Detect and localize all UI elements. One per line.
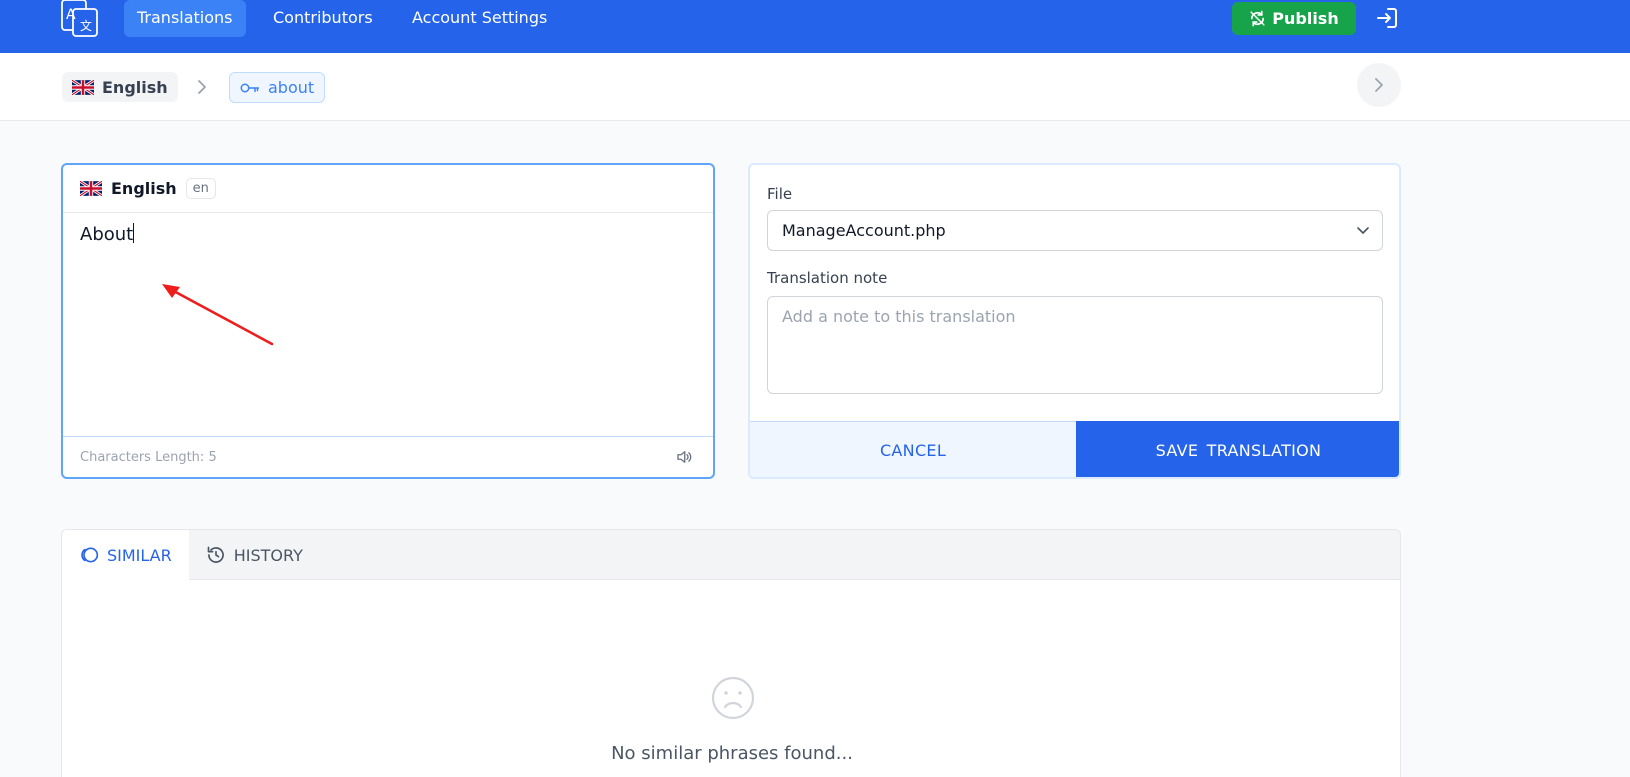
next-key-button[interactable] — [1357, 63, 1401, 107]
breadcrumb-key[interactable]: about — [229, 72, 326, 103]
cancel-button[interactable]: CANCEL — [750, 421, 1076, 477]
annotation-arrow-icon — [162, 284, 274, 346]
breadcrumb-language-label: English — [102, 77, 168, 97]
file-select[interactable]: ManageAccount.php — [767, 210, 1383, 251]
translation-editor: English en About Characters Length: 5 — [61, 163, 715, 479]
editor-footer: Characters Length: 5 — [63, 436, 713, 477]
sad-face-icon — [711, 676, 755, 720]
file-select-value: ManageAccount.php — [782, 221, 946, 240]
top-nav: A 文 Translations Contributors Account Se… — [0, 0, 1630, 53]
nav-account-settings[interactable]: Account Settings — [399, 0, 560, 37]
nav-contributors[interactable]: Contributors — [260, 0, 386, 37]
similar-icon — [81, 547, 99, 563]
tab-similar[interactable]: SIMILAR — [62, 530, 189, 580]
uk-flag-icon — [72, 79, 94, 95]
character-count: Characters Length: 5 — [80, 449, 217, 465]
language-code-badge: en — [185, 178, 216, 199]
history-icon — [207, 546, 224, 563]
svg-text:文: 文 — [80, 18, 92, 33]
publish-button[interactable]: Publish — [1232, 2, 1356, 35]
file-label: File — [767, 185, 793, 203]
editor-header: English en — [63, 165, 713, 213]
save-translation-button[interactable]: SAVE TRANSLATION — [1076, 421, 1399, 477]
translation-note-textarea[interactable]: Add a note to this translation — [767, 296, 1383, 394]
logout-icon[interactable] — [1375, 6, 1399, 30]
translation-text: About — [80, 224, 134, 245]
note-label: Translation note — [767, 269, 888, 287]
nav-translations[interactable]: Translations — [124, 0, 246, 37]
tab-bar: SIMILAR HISTORY — [62, 530, 1400, 580]
key-icon — [240, 83, 260, 92]
sync-icon — [1250, 10, 1265, 27]
chevron-right-icon — [198, 80, 206, 94]
empty-state-text: No similar phrases found... — [611, 743, 853, 764]
translation-details: File ManageAccount.php Translation note … — [748, 163, 1401, 479]
text-caret — [133, 223, 135, 243]
speaker-icon[interactable] — [675, 448, 693, 466]
breadcrumb-key-label: about — [268, 78, 315, 97]
similar-history-panel: SIMILAR HISTORY No similar phrases found… — [61, 529, 1401, 777]
tab-history[interactable]: HISTORY — [189, 530, 320, 580]
breadcrumb: English about — [0, 53, 1630, 121]
uk-flag-icon — [80, 181, 102, 196]
tab-history-label: HISTORY — [233, 545, 303, 565]
svg-text:A: A — [66, 7, 76, 23]
breadcrumb-language[interactable]: English — [62, 72, 178, 102]
tab-similar-label: SIMILAR — [107, 545, 172, 565]
note-placeholder: Add a note to this translation — [782, 307, 1016, 326]
translation-textarea[interactable]: About — [80, 223, 135, 245]
chevron-right-icon — [1375, 78, 1383, 92]
translate-logo-icon[interactable]: A 文 — [61, 0, 98, 37]
editor-language: English — [111, 179, 177, 198]
publish-label: Publish — [1272, 9, 1339, 28]
chevron-down-icon — [1357, 227, 1369, 234]
